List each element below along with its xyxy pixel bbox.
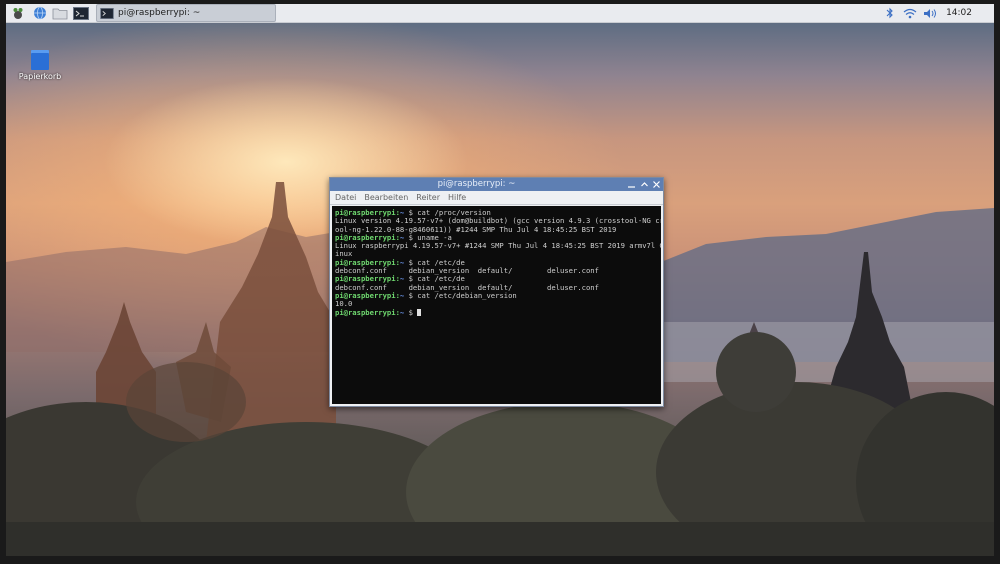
menu-reiter[interactable]: Reiter	[416, 193, 440, 202]
screen: Papierkorb pi@raspberrypi: ~ 14:02 pi@ra…	[6, 4, 994, 556]
close-button[interactable]	[650, 178, 662, 191]
terminal-command: $ cat /etc/debian_version	[404, 290, 517, 300]
menu-datei[interactable]: Datei	[335, 193, 356, 202]
taskbar-terminal-button[interactable]: pi@raspberrypi: ~	[96, 4, 276, 22]
terminal-command: $	[404, 307, 418, 317]
window-menubar: Datei Bearbeiten Reiter Hilfe	[330, 191, 663, 205]
window-title: pi@raspberrypi: ~	[437, 179, 516, 189]
maximize-icon	[640, 182, 648, 187]
trash-icon	[31, 50, 49, 70]
taskbar-terminal-label: pi@raspberrypi: ~	[118, 8, 201, 18]
terminal-icon[interactable]	[72, 5, 90, 21]
menu-bearbeiten[interactable]: Bearbeiten	[364, 193, 408, 202]
terminal-prompt-user: pi@raspberrypi:	[335, 307, 400, 317]
terminal-output-text: Linux raspberrypi 4.19.57-v7+ #1244 SMP …	[335, 241, 661, 251]
menu-hilfe[interactable]: Hilfe	[448, 193, 466, 202]
top-panel: pi@raspberrypi: ~ 14:02	[6, 4, 994, 23]
terminal-line: Linux raspberrypi 4.19.57-v7+ #1244 SMP …	[335, 241, 661, 251]
terminal-output[interactable]: pi@raspberrypi:~ $ cat /proc/version Linu…	[332, 206, 661, 404]
bluetooth-icon[interactable]	[882, 5, 898, 21]
terminal-line: pi@raspberrypi:~ $ cat /etc/debian_versi…	[335, 290, 658, 300]
trash-label: Papierkorb	[18, 72, 62, 81]
minimize-icon	[627, 186, 635, 188]
close-icon	[652, 181, 660, 188]
terminal-icon	[100, 7, 114, 19]
system-tray: 14:02	[878, 4, 994, 22]
terminal-line: pi@raspberrypi:~ $	[335, 307, 658, 317]
trash-desktop-icon[interactable]: Papierkorb	[18, 50, 62, 81]
globe-icon[interactable]	[32, 5, 48, 21]
window-titlebar[interactable]: pi@raspberrypi: ~	[330, 178, 663, 191]
volume-icon[interactable]	[922, 5, 938, 21]
wifi-icon[interactable]	[902, 5, 918, 21]
terminal-window: pi@raspberrypi: ~ Datei Bearbeiten Reite…	[329, 177, 664, 407]
folder-icon[interactable]	[51, 5, 69, 21]
minimize-button[interactable]	[625, 178, 637, 191]
terminal-cursor	[417, 308, 422, 316]
clock[interactable]: 14:02	[946, 8, 972, 18]
raspberry-icon[interactable]	[10, 5, 26, 21]
maximize-button[interactable]	[638, 178, 650, 191]
